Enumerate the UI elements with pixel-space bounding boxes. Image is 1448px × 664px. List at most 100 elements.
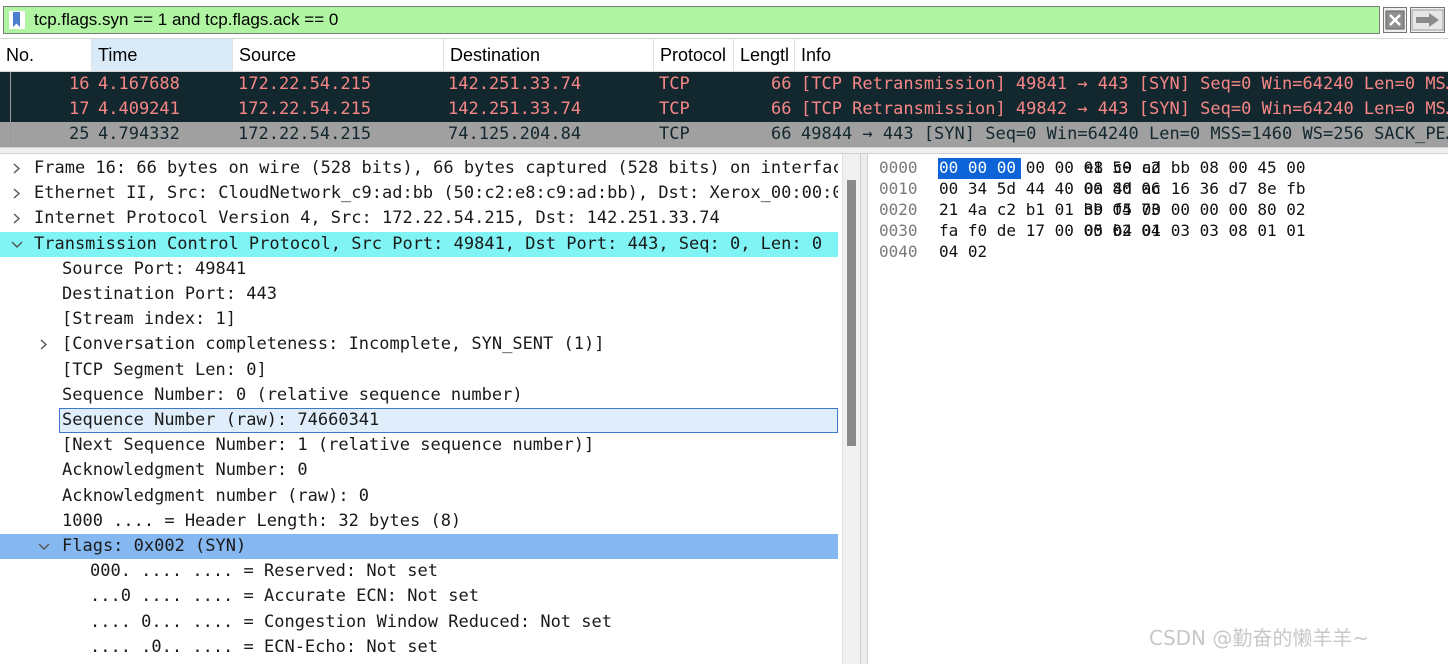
packet-protocol: TCP xyxy=(659,124,690,144)
packet-protocol: TCP xyxy=(659,74,690,94)
column-header-time[interactable]: Time xyxy=(92,39,233,71)
detail-row[interactable]: Source Port: 49841 xyxy=(0,257,838,282)
column-header-info[interactable]: Info xyxy=(795,39,1448,71)
detail-row[interactable]: Flags: 0x002 (SYN) xyxy=(0,534,838,559)
packet-destination: 142.251.33.74 xyxy=(448,99,582,119)
detail-text: Sequence Number: 0 (relative sequence nu… xyxy=(62,384,523,405)
detail-text: 000. .... .... = Reserved: Not set xyxy=(90,561,438,582)
detail-text: Ethernet II, Src: CloudNetwork_c9:ad:bb … xyxy=(34,183,838,204)
chevron-right-icon[interactable] xyxy=(10,156,24,181)
bookmark-icon[interactable] xyxy=(7,10,27,30)
packet-no: 17 xyxy=(69,99,90,119)
apply-filter-arrow-icon xyxy=(1411,9,1444,31)
selected-hex-bytes[interactable]: 00 00 00 xyxy=(939,158,1016,177)
detail-row[interactable]: [Next Sequence Number: 1 (relative seque… xyxy=(0,433,838,458)
detail-row[interactable]: Ethernet II, Src: CloudNetwork_c9:ad:bb … xyxy=(0,181,838,206)
packet-tree-line xyxy=(10,122,11,147)
packet-destination: 74.125.204.84 xyxy=(448,124,582,144)
detail-text: [Conversation completeness: Incomplete, … xyxy=(62,334,605,355)
detail-row[interactable]: Sequence Number: 0 (relative sequence nu… xyxy=(0,383,838,408)
detail-row[interactable]: 000. .... .... = Reserved: Not set xyxy=(0,559,838,584)
detail-text: 1000 .... = Header Length: 32 bytes (8) xyxy=(62,510,462,531)
byte-offset: 0030 xyxy=(879,221,918,240)
detail-row[interactable]: Acknowledgment number (raw): 0 xyxy=(0,484,838,509)
details-scrollbar[interactable] xyxy=(842,154,860,664)
detail-row[interactable]: Transmission Control Protocol, Src Port:… xyxy=(0,231,838,257)
packet-info: [TCP Retransmission] 49842 → 443 [SYN] S… xyxy=(801,99,1448,119)
detail-text: Sequence Number (raw): 74660341 xyxy=(62,410,380,430)
detail-row[interactable]: [Stream index: 1] xyxy=(0,307,838,332)
detail-row[interactable]: .... 0... .... = Congestion Window Reduc… xyxy=(0,610,838,635)
detail-text: [TCP Segment Len: 0] xyxy=(62,359,267,380)
detail-text: Acknowledgment Number: 0 xyxy=(62,460,308,481)
chevron-right-icon[interactable] xyxy=(10,181,24,206)
byte-offset: 0000 xyxy=(879,158,918,177)
details-scrollbar-thumb[interactable] xyxy=(847,180,856,446)
display-filter-input[interactable]: tcp.flags.syn == 1 and tcp.flags.ack == … xyxy=(34,8,338,32)
packet-list-header: No. Time Source Destination Protocol Len… xyxy=(0,38,1448,72)
packet-bytes-pane: 0000 00 00 00 00 00 01 50 c2 e8 c9 ad bb 0… xyxy=(868,154,1448,664)
detail-row[interactable]: Acknowledgment Number: 0 xyxy=(0,458,838,483)
column-header-destination[interactable]: Destination xyxy=(444,39,654,71)
detail-row[interactable]: Frame 16: 66 bytes on wire (528 bits), 6… xyxy=(0,156,838,181)
packet-time: 4.794332 xyxy=(98,124,180,144)
detail-text: Frame 16: 66 bytes on wire (528 bits), 6… xyxy=(34,158,838,178)
display-filter-field[interactable]: tcp.flags.syn == 1 and tcp.flags.ack == … xyxy=(3,6,1380,34)
packet-source: 172.22.54.215 xyxy=(238,99,372,119)
chevron-down-icon[interactable] xyxy=(10,232,24,257)
detail-row[interactable]: ...0 .... .... = Accurate ECN: Not set xyxy=(0,584,838,609)
packet-tree-line xyxy=(10,72,11,97)
packet-tree-line xyxy=(10,97,11,122)
packet-destination: 142.251.33.74 xyxy=(448,74,582,94)
byte-offset: 0040 xyxy=(879,242,918,261)
packet-info: [TCP Retransmission] 49841 → 443 [SYN] S… xyxy=(801,74,1448,94)
column-header-no[interactable]: No. xyxy=(0,39,92,71)
apply-filter-button[interactable] xyxy=(1410,7,1445,33)
packet-row[interactable]: 16 4.167688 172.22.54.215 142.251.33.74 … xyxy=(0,72,1448,97)
detail-row[interactable]: Destination Port: 443 xyxy=(0,282,838,307)
watermark: CSDN @勤奋的懒羊羊~ xyxy=(1149,626,1370,650)
detail-row[interactable]: Sequence Number (raw): 74660341 xyxy=(0,408,838,433)
detail-text: [Next Sequence Number: 1 (relative seque… xyxy=(62,435,595,456)
packet-protocol: TCP xyxy=(659,99,690,119)
hex-bytes-group-1[interactable]: 04 02 xyxy=(939,241,987,262)
byte-offset: 0010 xyxy=(879,179,918,198)
pane-splitter-vertical[interactable] xyxy=(860,154,868,664)
chevron-right-icon[interactable] xyxy=(37,332,51,357)
packet-source: 172.22.54.215 xyxy=(238,124,372,144)
packet-info: 49844 → 443 [SYN] Seq=0 Win=64240 Len=0 … xyxy=(801,124,1448,144)
detail-row[interactable]: [TCP Segment Len: 0] xyxy=(0,358,838,383)
clear-filter-button[interactable] xyxy=(1383,7,1407,33)
column-header-protocol[interactable]: Protocol xyxy=(654,39,734,71)
detail-text: Destination Port: 443 xyxy=(62,284,277,304)
detail-row[interactable]: .... .0.. .... = ECN-Echo: Not set xyxy=(0,635,838,660)
column-header-length[interactable]: Lengtl xyxy=(734,39,795,71)
packet-time: 4.409241 xyxy=(98,99,180,119)
column-header-source[interactable]: Source xyxy=(233,39,444,71)
hex-bytes-group-2[interactable]: 0a 4d ac 16 36 d7 8e fb xyxy=(1084,178,1306,199)
detail-text: Transmission Control Protocol, Src Port:… xyxy=(34,233,823,254)
chevron-down-icon[interactable] xyxy=(37,534,51,559)
hex-bytes-group-2[interactable]: e8 c9 ad bb 08 00 45 00 xyxy=(1084,157,1306,178)
packet-source: 172.22.54.215 xyxy=(238,74,372,94)
detail-row[interactable]: [Conversation completeness: Incomplete, … xyxy=(0,332,838,357)
detail-row[interactable]: Internet Protocol Version 4, Src: 172.22… xyxy=(0,206,838,231)
packet-no: 16 xyxy=(69,74,90,94)
detail-text: Acknowledgment number (raw): 0 xyxy=(62,485,370,506)
packet-time: 4.167688 xyxy=(98,74,180,94)
packet-row[interactable]: 25 4.794332 172.22.54.215 74.125.204.84 … xyxy=(0,122,1448,147)
packet-row[interactable]: 17 4.409241 172.22.54.215 142.251.33.74 … xyxy=(0,97,1448,122)
byte-offset: 0020 xyxy=(879,200,918,219)
pane-splitter-horizontal[interactable] xyxy=(0,147,1448,154)
detail-text: Flags: 0x002 (SYN) xyxy=(62,536,247,556)
hex-bytes-group-2[interactable]: 39 f5 00 00 00 00 80 02 xyxy=(1084,199,1306,220)
detail-text: Source Port: 49841 xyxy=(62,258,247,279)
packet-length: 66 xyxy=(771,74,792,94)
chevron-right-icon[interactable] xyxy=(10,206,24,231)
packet-length: 66 xyxy=(771,124,792,144)
detail-text: .... 0... .... = Congestion Window Reduc… xyxy=(90,611,612,632)
hex-bytes-group-2[interactable]: 05 b4 01 03 03 08 01 01 xyxy=(1084,220,1306,241)
packet-details-pane: Frame 16: 66 bytes on wire (528 bits), 6… xyxy=(0,154,842,664)
display-filter-toolbar: tcp.flags.syn == 1 and tcp.flags.ack == … xyxy=(0,0,1448,38)
detail-row[interactable]: 1000 .... = Header Length: 32 bytes (8) xyxy=(0,509,838,534)
